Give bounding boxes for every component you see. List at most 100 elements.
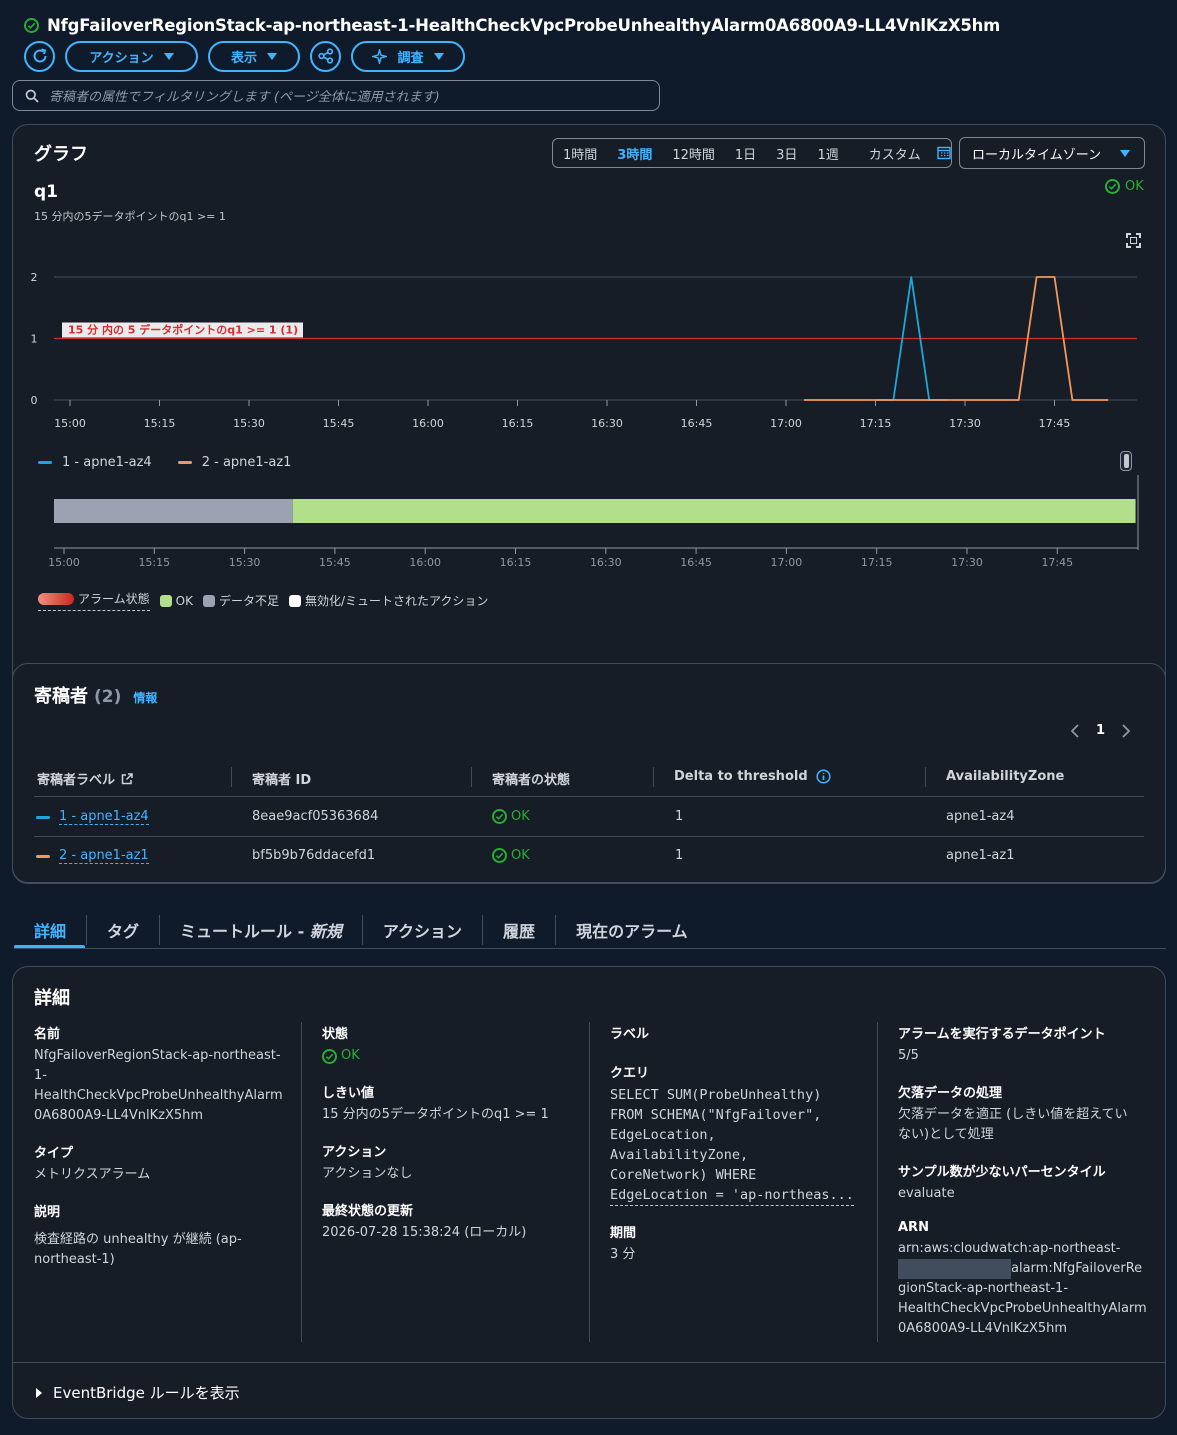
legend-alarm-label: アラーム状態 xyxy=(78,592,150,606)
range-3d[interactable]: 3日 xyxy=(766,144,807,163)
scroll-grip xyxy=(1123,454,1129,468)
graph-state-label: OK xyxy=(1125,179,1144,194)
column-header-id[interactable]: 寄稿者 ID xyxy=(252,769,311,788)
column-header-state[interactable]: 寄稿者の状態 xyxy=(492,769,570,788)
legend-item-series-1[interactable]: 1 - apne1-az4 xyxy=(38,455,152,470)
timeline-scroll-handle[interactable] xyxy=(1120,451,1132,471)
custom-label: カスタム xyxy=(868,147,921,163)
table-divider xyxy=(34,836,1144,837)
legend-item-series-2[interactable]: 2 - apne1-az1 xyxy=(177,455,291,470)
eventbridge-expander[interactable]: EventBridge ルールを表示 xyxy=(35,1382,240,1403)
view-dropdown-button[interactable]: 表示 xyxy=(208,40,300,72)
contributors-count: (2) xyxy=(94,687,122,707)
contributor-id: 8eae9acf05363684 xyxy=(252,809,379,824)
info-link[interactable]: 情報 xyxy=(133,689,157,706)
x-tick-label: 15:30 xyxy=(233,417,265,430)
arn-value: arn:aws:cloudwatch:ap-northeast- alarm:N… xyxy=(898,1239,1153,1339)
missing-line: 欠落データを適正 (しきい値を超えてい xyxy=(898,1107,1128,1122)
last-update-label: 最終状態の更新 xyxy=(322,1204,414,1219)
type-value: メトリクスアラーム xyxy=(34,1167,151,1182)
timeline-tick-label: 16:15 xyxy=(500,556,532,569)
details-heading: 詳細 xyxy=(34,988,70,1009)
muted-swatch xyxy=(288,594,301,607)
percentile-label: サンプル数が少ないパーセンタイル xyxy=(898,1165,1106,1180)
state-text: OK xyxy=(511,848,530,863)
timezone-label: ローカルタイムゾーン xyxy=(972,147,1102,163)
graph-heading: グラフ xyxy=(34,144,88,165)
percentile-value: evaluate xyxy=(898,1186,955,1201)
chevron-right-icon[interactable] xyxy=(1121,723,1131,738)
contributor-link[interactable]: 2 - apne1-az1 xyxy=(59,848,149,864)
missing-line: ない)として処理 xyxy=(898,1127,994,1142)
actions-label: アクション xyxy=(89,50,154,66)
alarm-name: NfgFailoverRegionStack-ap-northeast-1-He… xyxy=(47,15,1001,35)
share-button[interactable] xyxy=(310,40,341,72)
fullscreen-button[interactable] xyxy=(1126,233,1141,252)
column-header-label[interactable]: 寄稿者ラベル xyxy=(37,769,133,788)
page-number[interactable]: 1 xyxy=(1096,723,1105,738)
view-label: 表示 xyxy=(230,50,257,66)
series-swatch xyxy=(36,815,50,819)
legend-swatch xyxy=(177,461,192,464)
chart-legend: 1 - apne1-az4 2 - apne1-az1 xyxy=(38,455,291,470)
caret-down-icon xyxy=(163,52,174,60)
timeline-tick-label: 17:30 xyxy=(951,556,983,569)
range-1h[interactable]: 1時間 xyxy=(553,144,607,163)
column-header-delta[interactable]: Delta to threshold xyxy=(674,769,831,784)
column-divider xyxy=(231,767,232,787)
range-3h[interactable]: 3時間 xyxy=(607,144,662,163)
legend-alarm-state[interactable]: アラーム状態 xyxy=(38,590,150,611)
contributor-state: OK xyxy=(492,809,530,824)
timeline-tick-label: 15:45 xyxy=(319,556,351,569)
missing-data-label: 欠落データの処理 xyxy=(898,1086,1003,1101)
name-line: HealthCheckVpcProbeUnhealthyAlarm xyxy=(34,1088,283,1103)
contributor-filter-input[interactable]: 寄稿者の属性でフィルタリングします (ページ全体に適用されます) xyxy=(12,80,660,111)
x-tick-label: 16:15 xyxy=(502,417,534,430)
investigate-dropdown-button[interactable]: 調査 xyxy=(351,40,465,72)
period-label: 期間 xyxy=(610,1226,637,1241)
caret-right-icon xyxy=(36,1387,42,1398)
contributor-label-cell: 2 - apne1-az1 xyxy=(36,848,149,864)
timeline-tick-label: 16:00 xyxy=(409,556,441,569)
column-divider xyxy=(925,767,926,787)
legend-muted: 無効化/ミュートされたアクション xyxy=(288,592,488,609)
tab-label: ミュートルール - xyxy=(180,922,310,941)
range-1w[interactable]: 1週 xyxy=(807,144,848,163)
range-custom[interactable]: カスタム xyxy=(849,144,955,163)
tab-history[interactable]: 履歴 xyxy=(483,915,557,945)
info-icon[interactable] xyxy=(816,769,831,784)
refresh-button[interactable] xyxy=(24,40,55,72)
contributor-link[interactable]: 1 - apne1-az4 xyxy=(59,809,149,825)
details-column-2: 状態 OK しきい値 15 分内の5データポイントのq1 >= 1 アクション … xyxy=(322,1023,577,1243)
column-divider xyxy=(589,1022,590,1342)
external-link-icon xyxy=(121,772,133,784)
name-line: 1- xyxy=(34,1068,47,1083)
query-expand-link[interactable]: EdgeLocation = 'ap-northeas... xyxy=(610,1185,854,1206)
chevron-left-icon[interactable] xyxy=(1070,723,1080,738)
tab-mute-rules[interactable]: ミュートルール - 新規 xyxy=(160,915,363,945)
tab-tags[interactable]: タグ xyxy=(87,915,161,945)
tab-actions[interactable]: アクション xyxy=(363,915,484,945)
actions-dropdown-button[interactable]: アクション xyxy=(65,40,198,72)
query-line: CoreNetwork) WHERE xyxy=(610,1167,757,1183)
eventbridge-label: EventBridge ルールを表示 xyxy=(53,1384,240,1402)
description-line: 検査経路の unhealthy が継続 (ap- xyxy=(34,1232,242,1247)
series-swatch xyxy=(36,854,50,858)
datapoints-value: 5/5 xyxy=(898,1048,919,1063)
description-label: 説明 xyxy=(34,1205,61,1220)
state-label: 状態 xyxy=(322,1027,349,1042)
timezone-select[interactable]: ローカルタイムゾーン xyxy=(959,137,1145,169)
tab-details[interactable]: 詳細 xyxy=(14,915,88,945)
y-tick-label: 1 xyxy=(31,333,38,346)
tab-current-alarms[interactable]: 現在のアラーム xyxy=(556,915,708,945)
description-line: northeast-1) xyxy=(34,1252,115,1267)
period-value: 3 分 xyxy=(610,1247,636,1262)
state-text: OK xyxy=(341,1048,360,1063)
range-12h[interactable]: 12時間 xyxy=(662,144,725,163)
column-divider xyxy=(471,767,472,787)
range-1d[interactable]: 1日 xyxy=(725,144,766,163)
column-header-text: Delta to threshold xyxy=(674,769,808,784)
column-header-az[interactable]: AvailabilityZone xyxy=(946,769,1064,784)
arn-line: 0A6800A9-LL4VnlKzX5hm xyxy=(898,1321,1068,1336)
metric-line-chart: 0 1 2 15:00 15:15 15:30 15:45 16:00 16:15 16:30 1… xyxy=(31,271,1137,430)
